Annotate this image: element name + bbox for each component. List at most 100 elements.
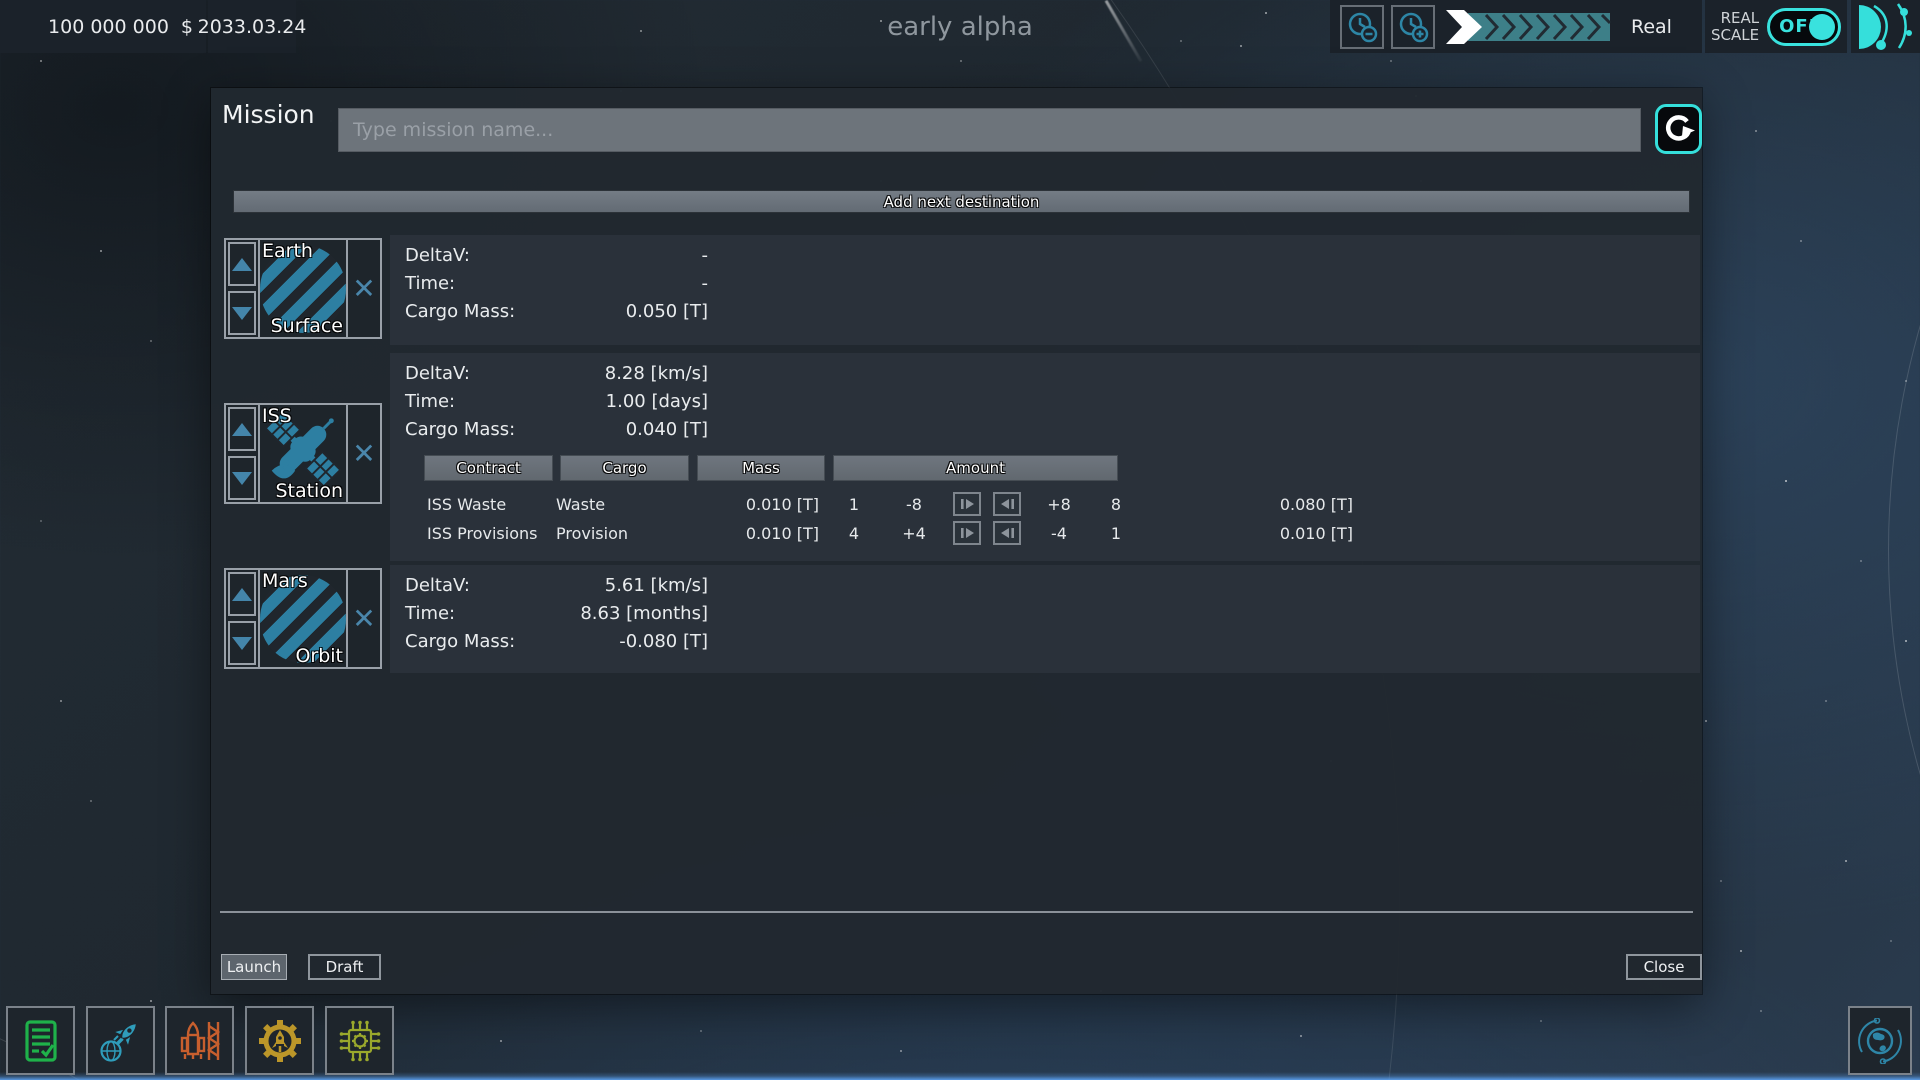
triangle-down-icon <box>232 637 252 650</box>
cargo-mass-value: 0.050 [T] <box>626 301 708 322</box>
cargo-mass-label: Cargo Mass: <box>405 631 515 652</box>
contracts-button[interactable] <box>6 1006 75 1075</box>
cargo-name: Waste <box>556 491 605 517</box>
destination-card-iss: ISS Station ✕ <box>224 403 382 504</box>
step-left-icon <box>1000 497 1015 511</box>
deltav-label: DeltaV: <box>405 245 470 266</box>
footer-divider <box>220 911 1693 913</box>
move-down-button[interactable] <box>228 291 256 335</box>
triangle-down-icon <box>232 472 252 485</box>
time-decrease-button[interactable] <box>1340 5 1384 49</box>
time-speed-bar[interactable] <box>1442 8 1614 46</box>
time-label: Time: <box>405 603 455 624</box>
unit-mass: 0.010 [T] <box>684 491 819 517</box>
total-mass: 0.010 [T] <box>1214 520 1353 546</box>
reorder-column <box>226 240 258 337</box>
deltav-value: 5.61 [km/s] <box>605 575 708 596</box>
date-display: 2033.03.24 <box>208 0 296 53</box>
remove-destination-button[interactable]: ✕ <box>348 240 380 337</box>
missions-button[interactable] <box>86 1006 155 1075</box>
triangle-up-icon <box>232 423 252 436</box>
destination-card-earth: Earth Surface ✕ <box>224 238 382 339</box>
destination-body-area[interactable]: Mars Orbit <box>258 570 348 667</box>
map-view-button[interactable] <box>1848 1006 1912 1075</box>
add-destination-button[interactable]: Add next destination <box>233 190 1690 213</box>
destination-body-area[interactable]: ISS Station <box>258 405 348 502</box>
reorder-column <box>226 570 258 667</box>
time-control-panel: Real <box>1330 0 1702 53</box>
real-scale-toggle[interactable]: OFF <box>1767 8 1841 46</box>
close-x-icon: ✕ <box>352 275 375 303</box>
destination-row-mars: DeltaV: 5.61 [km/s] Time: 8.63 [months] … <box>211 565 1702 673</box>
total-mass: 0.080 [T] <box>1214 491 1353 517</box>
deltav-value: 8.28 [km/s] <box>605 363 708 384</box>
time-value: 1.00 [days] <box>606 391 708 412</box>
step-right-icon <box>960 526 975 540</box>
site-name: Station <box>275 480 343 502</box>
toggle-knob <box>1809 14 1835 40</box>
leg-info-box: DeltaV: 5.61 [km/s] Time: 8.63 [months] … <box>390 565 1700 673</box>
triangle-down-icon <box>232 307 252 320</box>
money-value: 100 000 000 <box>48 16 169 38</box>
time-value: 8.63 [months] <box>580 603 708 624</box>
move-up-button[interactable] <box>228 242 256 286</box>
cargo-table: Contract Cargo Mass Amount ISS Waste Was… <box>424 455 1690 551</box>
transfer-right-button[interactable] <box>953 492 981 516</box>
rocket-globe-icon <box>98 1018 144 1064</box>
transfer-left-button[interactable] <box>993 492 1021 516</box>
real-scale-panel: REAL SCALE OFF <box>1705 0 1847 53</box>
orbit-line <box>1888 0 1920 1080</box>
transfer-left-button[interactable] <box>993 521 1021 545</box>
header-contract-button[interactable]: Contract <box>424 455 553 481</box>
mission-panel: Mission Add next destination DeltaV: - T… <box>211 88 1702 994</box>
destination-card-mars: Mars Orbit ✕ <box>224 568 382 669</box>
time-increase-button[interactable] <box>1391 5 1435 49</box>
clock-plus-icon <box>1396 10 1430 44</box>
deltav-value: - <box>702 245 709 266</box>
checklist-icon <box>18 1018 64 1064</box>
body-name: Earth <box>262 240 313 262</box>
globe-orbit-icon <box>1857 1018 1903 1064</box>
header-mass-button[interactable]: Mass <box>697 455 825 481</box>
launch-button[interactable]: Launch <box>221 954 287 980</box>
leg-stats: DeltaV: 8.28 [km/s] Time: 1.00 [days] Ca… <box>405 359 708 443</box>
step-left-icon <box>1000 526 1015 540</box>
unit-mass: 0.010 [T] <box>684 520 819 546</box>
move-up-button[interactable] <box>228 572 256 616</box>
draft-button[interactable]: Draft <box>308 954 381 980</box>
transfer-right-button[interactable] <box>953 521 981 545</box>
to-change: +8 <box>1037 491 1081 517</box>
header-amount-button[interactable]: Amount <box>833 455 1118 481</box>
destination-row-iss: DeltaV: 8.28 [km/s] Time: 1.00 [days] Ca… <box>211 353 1702 561</box>
currency-symbol: $ <box>181 16 193 38</box>
triangle-up-icon <box>232 258 252 271</box>
money-panel: 100 000 000 $ <box>0 0 206 53</box>
mission-panel-title: Mission <box>222 100 315 129</box>
cargo-mass-value: -0.080 [T] <box>619 631 708 652</box>
move-down-button[interactable] <box>228 621 256 665</box>
body-name: ISS <box>262 405 292 427</box>
orbit-view-button[interactable] <box>1851 0 1920 53</box>
from-change: -8 <box>892 491 936 517</box>
to-amount: 1 <box>1094 520 1138 546</box>
remove-destination-button[interactable]: ✕ <box>348 405 380 502</box>
header-cargo-button[interactable]: Cargo <box>560 455 689 481</box>
time-label: Time: <box>405 273 455 294</box>
remove-destination-button[interactable]: ✕ <box>348 570 380 667</box>
gear-rocket-icon <box>257 1018 303 1064</box>
cargo-mass-label: Cargo Mass: <box>405 419 515 440</box>
from-amount: 1 <box>839 491 869 517</box>
refresh-mission-button[interactable] <box>1655 104 1702 154</box>
rocket-tower-icon <box>177 1018 223 1064</box>
mission-name-input[interactable] <box>338 108 1641 152</box>
step-right-icon <box>960 497 975 511</box>
cargo-mass-value: 0.040 [T] <box>626 419 708 440</box>
destination-body-area[interactable]: Earth Surface <box>258 240 348 337</box>
research-button[interactable] <box>325 1006 394 1075</box>
move-up-button[interactable] <box>228 407 256 451</box>
cargo-name: Provision <box>556 520 628 546</box>
engineering-button[interactable] <box>245 1006 314 1075</box>
move-down-button[interactable] <box>228 456 256 500</box>
close-button[interactable]: Close <box>1626 954 1702 980</box>
vehicle-assembly-button[interactable] <box>165 1006 234 1075</box>
